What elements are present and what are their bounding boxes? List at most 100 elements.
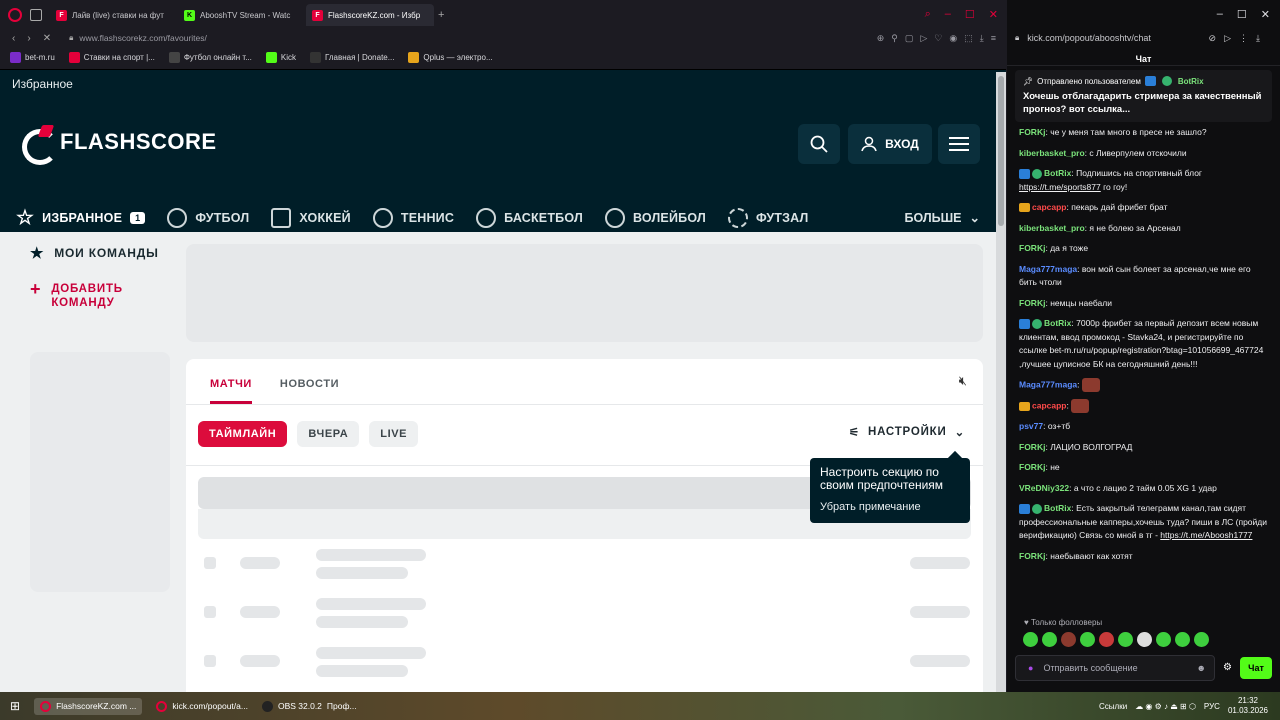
chat-username[interactable]: capcapp [1032,400,1067,410]
emote-icon[interactable] [1194,632,1209,647]
bookmark-item[interactable]: Kick [265,52,296,63]
maximize-icon[interactable]: ☐ [1237,8,1247,21]
windows-start-icon[interactable]: ⊞ [10,699,20,713]
add-team-button[interactable]: + ДОБАВИТЬ КОМАНДУ [0,280,170,310]
emoji-icon[interactable]: ☻ [1197,663,1206,673]
forward-icon[interactable]: › [27,33,30,44]
back-icon[interactable]: ‹ [12,33,15,44]
emote-icon[interactable] [1061,632,1076,647]
chat-username[interactable]: BotRix [1044,168,1071,178]
chat-username[interactable]: VReDNiy322 [1019,483,1069,493]
url-field[interactable]: www.flashscorekz.com/favourites/ [79,33,207,43]
sound-muted-icon[interactable]: 🔇︎ [959,373,967,389]
emote-icon[interactable] [1137,632,1152,647]
nav-favourites[interactable]: ☆ ИЗБРАННОЕ 1 [16,205,146,230]
heart-icon[interactable]: ♡ [934,33,942,44]
nav-futsal[interactable]: ФУТЗАЛ [727,207,809,228]
emote-icon[interactable] [1099,632,1114,647]
opera-icon[interactable] [8,8,22,22]
new-tab-icon[interactable]: + [438,9,444,21]
pill-timeline[interactable]: ТАЙМЛАЙН [198,421,288,447]
dismiss-tooltip-button[interactable]: Убрать примечание [820,501,960,514]
language-indicator[interactable]: РУС [1204,702,1220,711]
emote-icon[interactable] [1156,632,1171,647]
taskbar-item-obs[interactable]: OBS 32.0.2 Проф... [261,700,357,712]
taskbar-item-kick[interactable]: kick.com/popout/a... [156,700,248,712]
nav-tennis[interactable]: ТЕННИС [372,207,454,228]
scrollbar-thumb[interactable] [998,76,1004,226]
emote-icon[interactable] [1175,632,1190,647]
nav-basketball[interactable]: БАСКЕТБОЛ [476,207,583,228]
extensions-icon[interactable]: ⬚ [964,33,973,44]
nav-volleyball[interactable]: ВОЛЕЙБОЛ [604,207,706,228]
links-toolbar[interactable]: Ссылки [1099,702,1127,711]
zoom-icon[interactable]: ⊕ [877,33,885,44]
browser-tab-3[interactable]: F FlashscoreKZ.com - Избр [306,4,434,26]
chat-url-field[interactable]: kick.com/popout/abooshtv/chat [1027,33,1151,43]
chat-username[interactable]: BotRix [1044,318,1071,328]
hamburger-menu-button[interactable] [938,124,980,164]
close-icon[interactable]: ✕ [989,8,998,21]
pin-icon[interactable]: ⚲ [891,33,898,44]
workspace-icon[interactable] [30,9,42,21]
bookmark-item[interactable]: Главная | Donate... [309,52,394,63]
chat-link[interactable]: https://t.me/Aboosh1777 [1160,530,1252,540]
nav-more[interactable]: БОЛЬШЕ ⌄ [904,210,980,226]
download-icon[interactable]: ⤓ [980,33,984,44]
minimize-icon[interactable]: – [1217,8,1223,21]
snapshot-icon[interactable]: ▢ [905,33,914,44]
lock-icon[interactable]: 🔒︎ [69,33,73,43]
nav-football[interactable]: ФУТБОЛ [167,207,249,228]
chat-username[interactable]: FORKj [1019,243,1045,253]
chat-username[interactable]: FORKj [1019,442,1045,452]
chat-link[interactable]: https://t.me/sports877 [1019,182,1101,192]
page-scrollbar[interactable] [996,72,1006,692]
profile-icon[interactable]: ◉ [949,33,957,44]
lock-icon[interactable]: 🔒︎ [1015,33,1019,43]
pill-live[interactable]: LIVE [369,421,419,447]
bookmark-item[interactable]: bet-m.ru [10,52,55,63]
chat-addr-tools-icon[interactable]: ⊘▷⋮⤓ [1209,33,1268,44]
bookmark-item[interactable]: Футбол онлайн т... [168,52,252,63]
emote-icon[interactable] [1118,632,1133,647]
browser-tab-1[interactable]: F Лайв (live) ставки на фут [50,4,178,26]
player-icon[interactable]: ▷ [920,33,927,44]
chat-username[interactable]: Maga777maga [1019,264,1077,274]
bookmark-item[interactable]: Qplus — электро... [408,52,493,63]
minimize-icon[interactable]: – [945,8,951,21]
taskbar-item-flashscore[interactable]: FlashscoreKZ.com ... [34,697,143,715]
chat-username[interactable]: kiberbasket_pro [1019,148,1085,158]
nav-hockey[interactable]: ХОККЕЙ [271,207,351,228]
chat-username[interactable]: FORKj [1019,551,1045,561]
chat-username[interactable]: Maga777maga [1019,379,1077,389]
bookmark-item[interactable]: Ставки на спорт |... [68,52,155,63]
microphone-icon[interactable]: ● [1028,663,1033,673]
search-button[interactable] [798,124,840,164]
tab-matches[interactable]: МАТЧИ [210,378,252,404]
emote-icon[interactable] [1080,632,1095,647]
search-tabs-icon[interactable]: ⌕ [925,8,931,21]
login-button[interactable]: ВХОД [848,124,932,164]
close-icon[interactable]: ✕ [1261,8,1270,21]
send-chat-button[interactable]: Чат [1240,657,1272,679]
chat-username[interactable]: FORKj [1019,127,1045,137]
pill-yesterday[interactable]: ВЧЕРА [297,421,360,447]
clock[interactable]: 21:32 01.03.2026 [1228,696,1268,716]
chat-username[interactable]: capcapp [1032,202,1067,212]
chat-username[interactable]: psv77 [1019,421,1043,431]
chat-username[interactable]: kiberbasket_pro [1019,223,1085,233]
chat-input[interactable]: ● Отправить сообщение ☻ [1015,655,1215,681]
emote-icon[interactable] [1042,632,1057,647]
maximize-icon[interactable]: ☐ [965,8,975,21]
settings-gear-icon[interactable]: ⚙ [1223,662,1232,673]
chat-username[interactable]: BotRix [1044,503,1071,513]
pinned-message[interactable]: 📌︎ Отправлено пользователем BotRix Хочеш… [1015,70,1272,122]
tray-icons[interactable]: ☁ ◉ ⚙ ♪ ⏏ ⊞ ⬡ [1135,702,1196,711]
flashscore-logo[interactable]: FLASHSCORE [18,125,217,165]
chat-username[interactable]: FORKj [1019,462,1045,472]
settings-dropdown[interactable]: ⚟ НАСТРОЙКИ ⌄ [849,425,965,439]
menu-icon[interactable]: ≡ [991,33,996,44]
reload-icon[interactable]: ✕ [43,33,51,44]
emote-icon[interactable] [1023,632,1038,647]
chat-username[interactable]: FORKj [1019,298,1045,308]
